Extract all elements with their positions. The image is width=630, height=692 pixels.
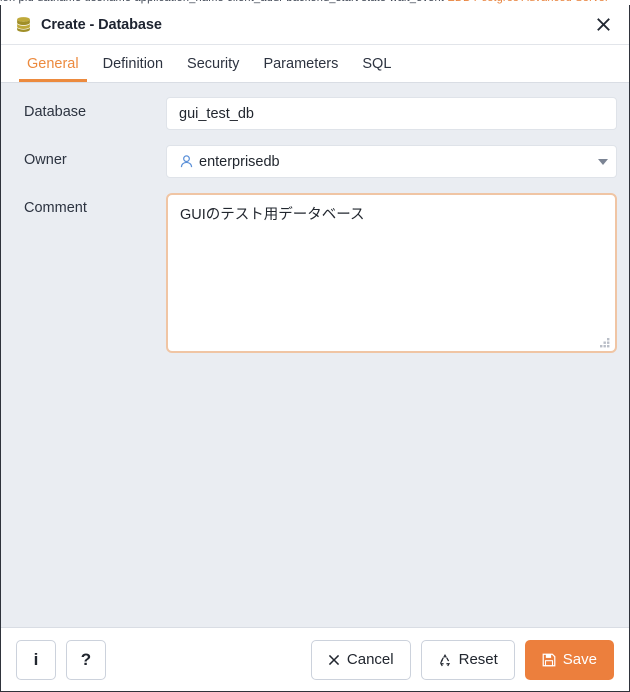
reset-button[interactable]: Reset [420, 639, 515, 680]
owner-value-text: enterprisedb [199, 153, 280, 170]
owner-select[interactable]: enterprisedb [166, 145, 617, 178]
owner-select-value: enterprisedb [179, 154, 280, 170]
close-x-icon [328, 654, 340, 666]
comment-label: Comment [24, 200, 87, 216]
recycle-icon [438, 653, 452, 667]
database-input[interactable] [166, 97, 617, 130]
dialog-titlebar: Create - Database [1, 5, 629, 45]
comment-textarea-wrapper [166, 193, 617, 353]
tab-parameters[interactable]: Parameters [251, 45, 350, 82]
help-button[interactable]: ? [66, 639, 106, 680]
dialog-footer: i ? Cancel Reset Save [1, 627, 629, 691]
database-label: Database [24, 104, 87, 120]
tab-parameters-label: Parameters [263, 55, 339, 72]
owner-label: Owner [24, 152, 67, 168]
reset-button-label: Reset [458, 651, 498, 668]
comment-field-row: Comment [13, 193, 617, 353]
tab-sql-label: SQL [362, 55, 392, 72]
dialog-title-group: Create - Database [15, 16, 162, 33]
database-icon [15, 16, 32, 33]
tab-security-label: Security [187, 55, 240, 72]
tab-definition-label: Definition [102, 55, 164, 72]
info-button[interactable]: i [16, 639, 56, 680]
user-icon [179, 154, 194, 169]
comment-control [166, 193, 617, 353]
cancel-button-label: Cancel [346, 651, 394, 668]
create-database-dialog: Create - Database General Definition Sec… [0, 5, 630, 692]
save-button-label: Save [562, 651, 597, 668]
dialog-title: Create - Database [41, 16, 162, 33]
background-strip-text-accent: EDB Postgres Advanced Server [447, 0, 609, 4]
database-control [166, 97, 617, 130]
general-tab-panel: Database Owner enterprisedb [1, 83, 629, 627]
info-icon: i [33, 649, 39, 669]
dialog-tabs: General Definition Security Parameters S… [1, 45, 629, 83]
owner-control: enterprisedb [166, 145, 617, 178]
save-button[interactable]: Save [524, 639, 614, 680]
close-icon[interactable] [591, 13, 615, 37]
tab-general[interactable]: General [15, 45, 91, 82]
cancel-button[interactable]: Cancel [310, 639, 411, 680]
chevron-down-icon[interactable] [598, 158, 608, 165]
tab-definition[interactable]: Definition [91, 45, 175, 82]
comment-textarea[interactable] [170, 197, 613, 349]
database-field-row: Database [13, 97, 617, 130]
tab-general-label: General [27, 55, 79, 72]
tab-sql[interactable]: SQL [350, 45, 403, 82]
owner-field-row: Owner enterprisedb [13, 145, 617, 178]
tab-security[interactable]: Security [175, 45, 251, 82]
background-strip-text: ion pid datname usename application_name… [0, 0, 444, 4]
floppy-disk-icon [542, 653, 556, 667]
question-mark-icon: ? [80, 649, 92, 669]
